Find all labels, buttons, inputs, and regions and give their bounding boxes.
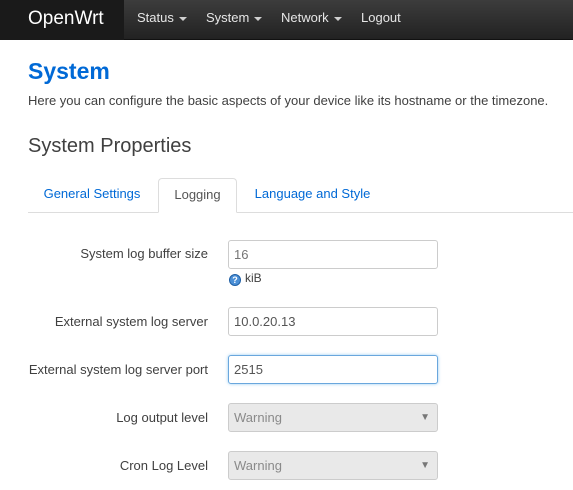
section-title: System Properties xyxy=(28,135,192,157)
page-description: Here you can configure the basic aspects… xyxy=(28,93,549,108)
nav-status-label: Status xyxy=(137,10,174,25)
nav-network-label: Network xyxy=(281,10,329,25)
log-output-level-label: Log output level xyxy=(116,410,208,425)
nav-logout-label: Logout xyxy=(361,10,401,25)
cron-log-level-select[interactable]: Warning ▼ xyxy=(228,451,438,480)
log-server-input[interactable] xyxy=(228,307,438,336)
caret-down-icon xyxy=(178,16,187,21)
log-server-port-label: External system log server port xyxy=(28,362,208,377)
tab-language-and-style[interactable]: Language and Style xyxy=(241,178,384,213)
log-output-level-value: Warning xyxy=(234,410,282,425)
hint-unit: kiB xyxy=(245,271,262,285)
nav-system-label: System xyxy=(206,10,250,25)
log-buffer-size-hint: ? kiB xyxy=(229,271,262,286)
nav-status-menu[interactable]: Status xyxy=(137,0,187,40)
nav-logout-link[interactable]: Logout xyxy=(361,0,401,40)
log-output-level-select[interactable]: Warning ▼ xyxy=(228,403,438,432)
nav-network-menu[interactable]: Network xyxy=(281,0,342,40)
nav-system-menu[interactable]: System xyxy=(206,0,263,40)
tab-logging[interactable]: Logging xyxy=(158,178,237,213)
dropdown-arrow-icon: ▼ xyxy=(420,460,430,471)
log-buffer-size-label: System log buffer size xyxy=(80,246,208,261)
help-icon: ? xyxy=(229,274,241,286)
caret-down-icon xyxy=(333,16,342,21)
tab-general-settings[interactable]: General Settings xyxy=(28,178,156,213)
log-buffer-size-input[interactable] xyxy=(228,240,438,269)
cron-log-level-label: Cron Log Level xyxy=(119,458,208,473)
top-navbar: OpenWrt Status System Network Logout xyxy=(0,0,573,40)
log-server-label: External system log server xyxy=(54,314,208,329)
caret-down-icon xyxy=(254,16,263,21)
brand-logo[interactable]: OpenWrt xyxy=(0,0,124,40)
cron-log-level-value: Warning xyxy=(234,458,282,473)
log-server-port-input[interactable] xyxy=(228,355,438,384)
dropdown-arrow-icon: ▼ xyxy=(420,412,430,423)
page-title: System xyxy=(28,58,110,84)
